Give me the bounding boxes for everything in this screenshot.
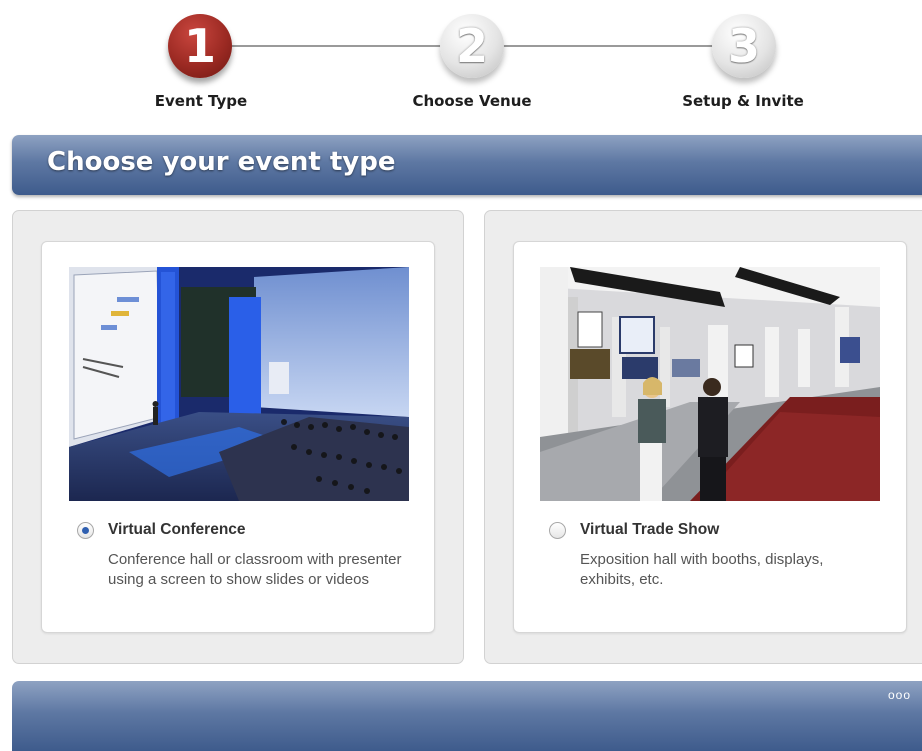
option-description: Exposition hall with booths, displays, e… (580, 551, 824, 588)
step-3-badge[interactable]: 3 (712, 14, 776, 78)
step-connector-line (500, 45, 715, 47)
option-title[interactable]: Virtual Conference (108, 521, 246, 539)
option-description: Conference hall or classroom with presen… (108, 551, 402, 588)
more-dots-icon[interactable]: ooo (888, 688, 911, 702)
conference-radio[interactable] (77, 522, 94, 539)
conference-preview-image (69, 267, 409, 501)
wizard-stepper: 1 2 3 Event Type Choose Venue Setup & In… (0, 0, 922, 125)
trade-show-preview-image (540, 267, 880, 501)
option-title[interactable]: Virtual Trade Show (580, 521, 719, 539)
page-title: Choose your event type (47, 147, 396, 177)
step-2-label[interactable]: Choose Venue (387, 92, 557, 110)
event-type-option-conference[interactable]: Virtual Conference Conference hall or cl… (12, 210, 464, 664)
step-1-badge[interactable]: 1 (168, 14, 232, 78)
section-header: Choose your event type (12, 135, 922, 195)
step-3-label[interactable]: Setup & Invite (658, 92, 828, 110)
event-type-option-trade-show[interactable]: Virtual Trade Show Exposition hall with … (484, 210, 922, 664)
option-card[interactable]: Virtual Conference Conference hall or cl… (41, 241, 435, 633)
step-1-label[interactable]: Event Type (116, 92, 286, 110)
trade-show-radio[interactable] (549, 522, 566, 539)
footer-bar: ooo (12, 681, 922, 751)
step-connector-line (232, 45, 442, 47)
step-2-badge[interactable]: 2 (440, 14, 504, 78)
option-card[interactable]: Virtual Trade Show Exposition hall with … (513, 241, 907, 633)
